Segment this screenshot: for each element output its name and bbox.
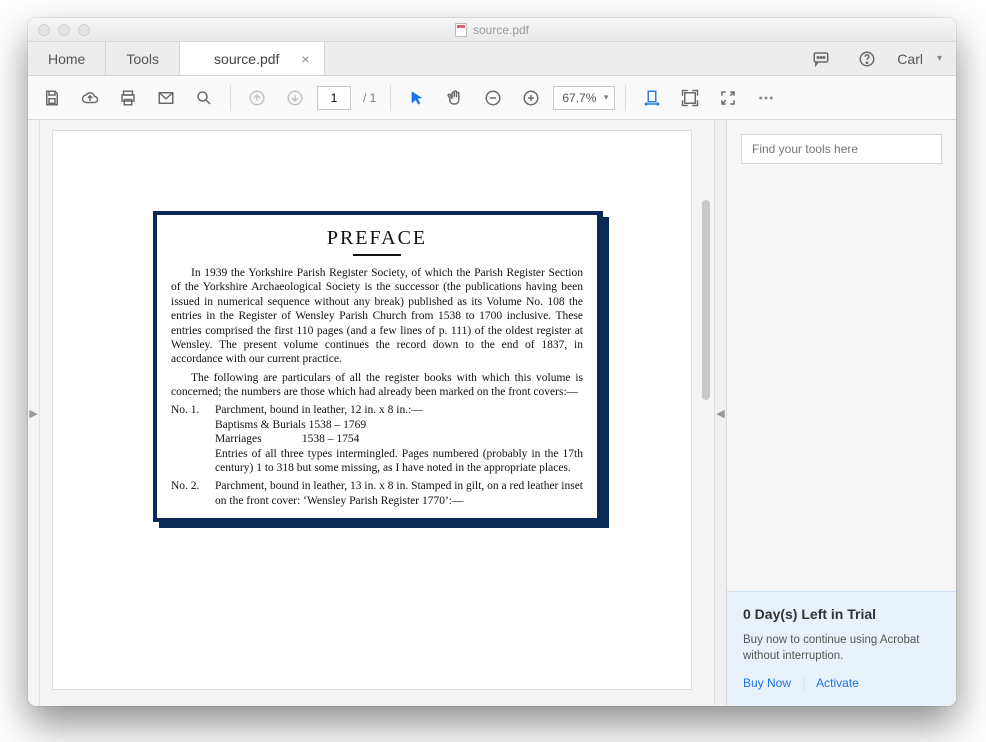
app-window: source.pdf Home Tools source.pdf × Carl …	[28, 18, 956, 706]
zoom-level-select[interactable]: 67.7% ▾	[553, 86, 615, 110]
tab-document-label: source.pdf	[214, 51, 279, 67]
buy-now-link[interactable]: Buy Now	[743, 676, 791, 690]
zoom-window-icon[interactable]	[78, 24, 90, 36]
minimize-window-icon[interactable]	[58, 24, 70, 36]
doc-title: PREFACE	[171, 227, 583, 250]
search-icon[interactable]	[188, 82, 220, 114]
page-number-input[interactable]	[317, 86, 351, 110]
fit-width-icon[interactable]	[636, 82, 668, 114]
window-title: source.pdf	[28, 23, 956, 37]
more-tools-icon[interactable]	[750, 82, 782, 114]
chevron-down-icon: ▾	[604, 92, 609, 103]
tab-document[interactable]: source.pdf ×	[180, 42, 325, 75]
tools-search-input[interactable]	[752, 142, 931, 156]
trial-body: Buy now to continue using Acrobat withou…	[743, 632, 940, 664]
link-divider: |	[802, 676, 805, 690]
right-panel-toggle[interactable]: ◀	[714, 120, 726, 706]
tab-bar: Home Tools source.pdf × Carl ▾	[28, 42, 956, 76]
traffic-lights	[38, 24, 90, 36]
page-canvas: PREFACE In 1939 the Yorkshire Parish Reg…	[52, 130, 692, 690]
vertical-scrollbar[interactable]	[702, 200, 710, 400]
user-menu-chevron-icon[interactable]: ▾	[937, 53, 942, 64]
selection-tool-icon[interactable]	[401, 82, 433, 114]
trial-banner: 0 Day(s) Left in Trial Buy now to contin…	[727, 591, 956, 706]
comment-icon[interactable]	[805, 43, 837, 75]
scanned-page: PREFACE In 1939 the Yorkshire Parish Reg…	[153, 211, 603, 522]
activate-link[interactable]: Activate	[816, 676, 859, 690]
page-total-label: / 1	[363, 91, 376, 105]
prev-page-icon[interactable]	[241, 82, 273, 114]
left-panel-toggle[interactable]: ▶	[28, 120, 40, 706]
next-page-icon[interactable]	[279, 82, 311, 114]
email-icon[interactable]	[150, 82, 182, 114]
print-icon[interactable]	[112, 82, 144, 114]
zoom-level-value: 67.7%	[562, 91, 596, 105]
tab-home[interactable]: Home	[28, 42, 106, 75]
pdf-file-icon	[455, 23, 467, 37]
trial-heading: 0 Day(s) Left in Trial	[743, 606, 940, 622]
zoom-out-icon[interactable]	[477, 82, 509, 114]
chevron-right-icon: ▶	[29, 407, 37, 420]
tools-search[interactable]	[741, 134, 942, 164]
doc-para2: The following are particulars of all the…	[171, 371, 583, 400]
doc-para1: In 1939 the Yorkshire Parish Register So…	[171, 266, 583, 367]
document-viewer[interactable]: PREFACE In 1939 the Yorkshire Parish Reg…	[40, 120, 714, 706]
close-window-icon[interactable]	[38, 24, 50, 36]
mac-titlebar: source.pdf	[28, 18, 956, 42]
save-icon[interactable]	[36, 82, 68, 114]
tab-tools[interactable]: Tools	[106, 42, 180, 75]
zoom-in-icon[interactable]	[515, 82, 547, 114]
hand-tool-icon[interactable]	[439, 82, 471, 114]
user-menu[interactable]: Carl	[897, 51, 923, 67]
tools-panel: 0 Day(s) Left in Trial Buy now to contin…	[726, 120, 956, 706]
content-area: ▶ PREFACE In 1939 the Yorkshire Parish R…	[28, 120, 956, 706]
window-title-text: source.pdf	[473, 23, 529, 37]
doc-entry-1: No. 1. Parchment, bound in leather, 12 i…	[171, 403, 583, 475]
fit-page-icon[interactable]	[674, 82, 706, 114]
fullscreen-icon[interactable]	[712, 82, 744, 114]
chevron-left-icon: ◀	[716, 407, 724, 420]
cloud-upload-icon[interactable]	[74, 82, 106, 114]
toolbar: / 1 67.7% ▾	[28, 76, 956, 120]
title-rule	[353, 254, 401, 256]
tab-close-button[interactable]: ×	[301, 51, 309, 67]
help-icon[interactable]	[851, 43, 883, 75]
doc-entry-2: No. 2. Parchment, bound in leather, 13 i…	[171, 479, 583, 508]
